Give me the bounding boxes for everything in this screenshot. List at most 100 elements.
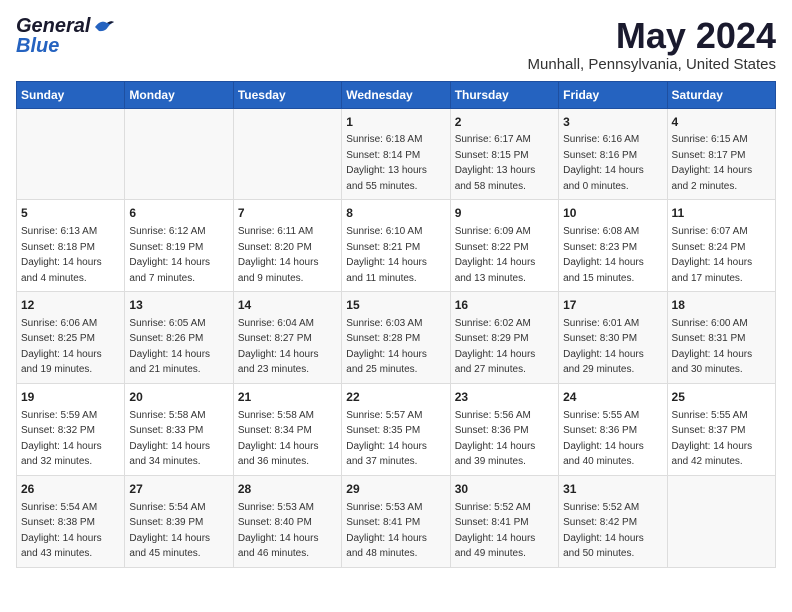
calendar-cell: 4 Sunrise: 6:15 AMSunset: 8:17 PMDaylight… [667,108,775,200]
cell-info: Sunrise: 5:58 AMSunset: 8:34 PMDaylight:… [238,410,319,468]
calendar-cell: 30 Sunrise: 5:52 AMSunset: 8:41 PMDayligh… [450,475,558,567]
day-number: 31 [563,481,662,498]
col-thursday: Thursday [450,81,558,108]
calendar-cell: 31 Sunrise: 5:52 AMSunset: 8:42 PMDayligh… [559,475,667,567]
calendar-cell: 15Sunrise: 6:03 AMSunset: 8:28 PMDayligh… [342,292,450,384]
day-number: 16 [455,297,554,314]
day-number: 11 [672,205,771,222]
logo-blue: Blue [16,35,59,57]
calendar-cell: 25 Sunrise: 5:55 AMSunset: 8:37 PMDayligh… [667,383,775,475]
calendar-cell: 11 Sunrise: 6:07 AMSunset: 8:24 PMDayligh… [667,200,775,292]
calendar-cell [125,108,233,200]
calendar-cell: 21 Sunrise: 5:58 AMSunset: 8:34 PMDayligh… [233,383,341,475]
logo-bird-icon [93,18,115,36]
title-block: May 2024 Munhall, Pennsylvania, United S… [528,16,776,73]
cell-info: Sunrise: 6:13 AMSunset: 8:18 PMDaylight:… [21,226,102,284]
cell-info: Sunrise: 5:53 AMSunset: 8:41 PMDaylight:… [346,502,427,560]
day-number: 1 [346,114,445,131]
cell-info: Sunrise: 6:10 AMSunset: 8:21 PMDaylight:… [346,226,427,284]
week-row-2: 12Sunrise: 6:06 AMSunset: 8:25 PMDayligh… [17,292,776,384]
calendar-cell: 7 Sunrise: 6:11 AMSunset: 8:20 PMDaylight… [233,200,341,292]
day-number: 24 [563,389,662,406]
day-number: 29 [346,481,445,498]
calendar-cell: 19 Sunrise: 5:59 AMSunset: 8:32 PMDayligh… [17,383,125,475]
calendar-cell: 18 Sunrise: 6:00 AMSunset: 8:31 PMDayligh… [667,292,775,384]
day-number: 19 [21,389,120,406]
calendar-cell: 8Sunrise: 6:10 AMSunset: 8:21 PMDaylight… [342,200,450,292]
cell-info: Sunrise: 5:54 AMSunset: 8:38 PMDaylight:… [21,502,102,560]
day-number: 26 [21,481,120,498]
col-sunday: Sunday [17,81,125,108]
cell-info: Sunrise: 6:17 AMSunset: 8:15 PMDaylight:… [455,134,536,192]
col-friday: Friday [559,81,667,108]
cell-info: Sunrise: 6:04 AMSunset: 8:27 PMDaylight:… [238,318,319,376]
cell-info: Sunrise: 5:53 AMSunset: 8:40 PMDaylight:… [238,502,319,560]
week-row-1: 5 Sunrise: 6:13 AMSunset: 8:18 PMDaylight… [17,200,776,292]
cell-info: Sunrise: 5:52 AMSunset: 8:41 PMDaylight:… [455,502,536,560]
day-number: 27 [129,481,228,498]
main-title: May 2024 [528,16,776,56]
day-number: 21 [238,389,337,406]
calendar-cell: 29 Sunrise: 5:53 AMSunset: 8:41 PMDayligh… [342,475,450,567]
col-saturday: Saturday [667,81,775,108]
calendar-cell: 23 Sunrise: 5:56 AMSunset: 8:36 PMDayligh… [450,383,558,475]
logo: General Blue [16,16,115,56]
week-row-3: 19 Sunrise: 5:59 AMSunset: 8:32 PMDayligh… [17,383,776,475]
cell-info: Sunrise: 5:56 AMSunset: 8:36 PMDaylight:… [455,410,536,468]
day-number: 20 [129,389,228,406]
cell-info: Sunrise: 6:03 AMSunset: 8:28 PMDaylight:… [346,318,427,376]
calendar-cell: 10 Sunrise: 6:08 AMSunset: 8:23 PMDayligh… [559,200,667,292]
calendar-cell: 14 Sunrise: 6:04 AMSunset: 8:27 PMDayligh… [233,292,341,384]
page-header: General Blue May 2024 Munhall, Pennsylva… [16,16,776,73]
cell-info: Sunrise: 6:08 AMSunset: 8:23 PMDaylight:… [563,226,644,284]
day-number: 30 [455,481,554,498]
day-number: 17 [563,297,662,314]
day-number: 2 [455,114,554,131]
cell-info: Sunrise: 6:16 AMSunset: 8:16 PMDaylight:… [563,134,644,192]
cell-info: Sunrise: 6:15 AMSunset: 8:17 PMDaylight:… [672,134,753,192]
col-monday: Monday [125,81,233,108]
cell-info: Sunrise: 6:00 AMSunset: 8:31 PMDaylight:… [672,318,753,376]
calendar-cell [233,108,341,200]
cell-info: Sunrise: 6:18 AMSunset: 8:14 PMDaylight:… [346,134,427,192]
day-number: 4 [672,114,771,131]
day-number: 25 [672,389,771,406]
day-number: 5 [21,205,120,222]
calendar-cell: 24Sunrise: 5:55 AMSunset: 8:36 PMDayligh… [559,383,667,475]
calendar-cell: 27Sunrise: 5:54 AMSunset: 8:39 PMDayligh… [125,475,233,567]
calendar-cell: 1 Sunrise: 6:18 AMSunset: 8:14 PMDaylight… [342,108,450,200]
day-number: 18 [672,297,771,314]
cell-info: Sunrise: 6:02 AMSunset: 8:29 PMDaylight:… [455,318,536,376]
calendar-cell: 12Sunrise: 6:06 AMSunset: 8:25 PMDayligh… [17,292,125,384]
calendar-cell: 28 Sunrise: 5:53 AMSunset: 8:40 PMDayligh… [233,475,341,567]
cell-info: Sunrise: 6:07 AMSunset: 8:24 PMDaylight:… [672,226,753,284]
day-number: 7 [238,205,337,222]
cell-info: Sunrise: 6:12 AMSunset: 8:19 PMDaylight:… [129,226,210,284]
cell-info: Sunrise: 5:55 AMSunset: 8:37 PMDaylight:… [672,410,753,468]
day-number: 28 [238,481,337,498]
logo-text: General Blue [16,16,115,56]
day-number: 3 [563,114,662,131]
calendar-cell: 20Sunrise: 5:58 AMSunset: 8:33 PMDayligh… [125,383,233,475]
day-number: 10 [563,205,662,222]
day-number: 9 [455,205,554,222]
calendar-cell: 26 Sunrise: 5:54 AMSunset: 8:38 PMDayligh… [17,475,125,567]
col-tuesday: Tuesday [233,81,341,108]
day-number: 13 [129,297,228,314]
calendar-cell: 9Sunrise: 6:09 AMSunset: 8:22 PMDaylight… [450,200,558,292]
day-number: 12 [21,297,120,314]
day-number: 23 [455,389,554,406]
cell-info: Sunrise: 5:59 AMSunset: 8:32 PMDaylight:… [21,410,102,468]
cell-info: Sunrise: 6:11 AMSunset: 8:20 PMDaylight:… [238,226,319,284]
calendar-cell: 13Sunrise: 6:05 AMSunset: 8:26 PMDayligh… [125,292,233,384]
day-number: 14 [238,297,337,314]
cell-info: Sunrise: 5:57 AMSunset: 8:35 PMDaylight:… [346,410,427,468]
day-number: 6 [129,205,228,222]
day-number: 22 [346,389,445,406]
cell-info: Sunrise: 5:52 AMSunset: 8:42 PMDaylight:… [563,502,644,560]
calendar-cell: 17Sunrise: 6:01 AMSunset: 8:30 PMDayligh… [559,292,667,384]
calendar-cell: 3 Sunrise: 6:16 AMSunset: 8:16 PMDaylight… [559,108,667,200]
calendar-cell: 6 Sunrise: 6:12 AMSunset: 8:19 PMDaylight… [125,200,233,292]
subtitle: Munhall, Pennsylvania, United States [528,56,776,73]
calendar-cell: 2 Sunrise: 6:17 AMSunset: 8:15 PMDaylight… [450,108,558,200]
